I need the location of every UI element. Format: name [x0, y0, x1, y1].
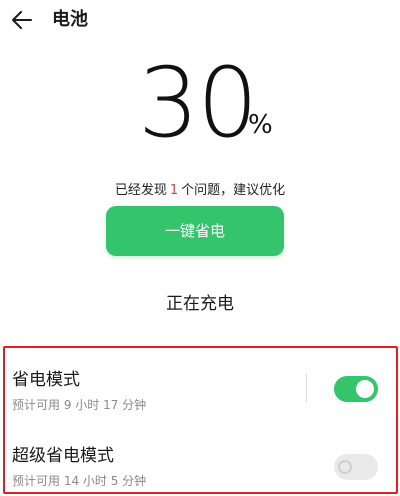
setting-subtitle: 预计可用 14 小时 5 分钟: [12, 474, 147, 488]
toggle-knob: [356, 380, 374, 398]
toggle-knob: [338, 460, 352, 474]
arrow-left-icon: [12, 11, 32, 29]
setting-title: 省电模式: [12, 370, 80, 390]
power-saving-toggle[interactable]: [334, 376, 378, 402]
issue-summary: 已经发现 1 个问题，建议优化: [0, 182, 400, 200]
issue-count: 1: [169, 183, 179, 198]
issue-suffix: 个问题，建议优化: [181, 183, 286, 198]
setting-subtitle: 预计可用 9 小时 17 分钟: [12, 398, 147, 412]
top-bar: 电池: [0, 0, 400, 40]
super-power-saving-toggle[interactable]: [334, 454, 378, 480]
battery-level-display: 30 %: [0, 47, 400, 159]
divider: [306, 374, 307, 402]
one-click-save-button[interactable]: 一键省电: [106, 206, 284, 256]
issue-prefix: 已经发现: [114, 183, 167, 198]
battery-percentage: 30: [138, 47, 258, 159]
battery-percent-unit: %: [248, 110, 273, 140]
charging-status: 正在充电: [166, 294, 234, 314]
setting-row-super-power-saving[interactable]: 超级省电模式 预计可用 14 小时 5 分钟: [0, 436, 400, 496]
page-title: 电池: [52, 9, 88, 30]
setting-title: 超级省电模式: [12, 446, 114, 466]
back-button[interactable]: [8, 6, 38, 34]
setting-row-power-saving[interactable]: 省电模式 预计可用 9 小时 17 分钟: [0, 360, 400, 420]
